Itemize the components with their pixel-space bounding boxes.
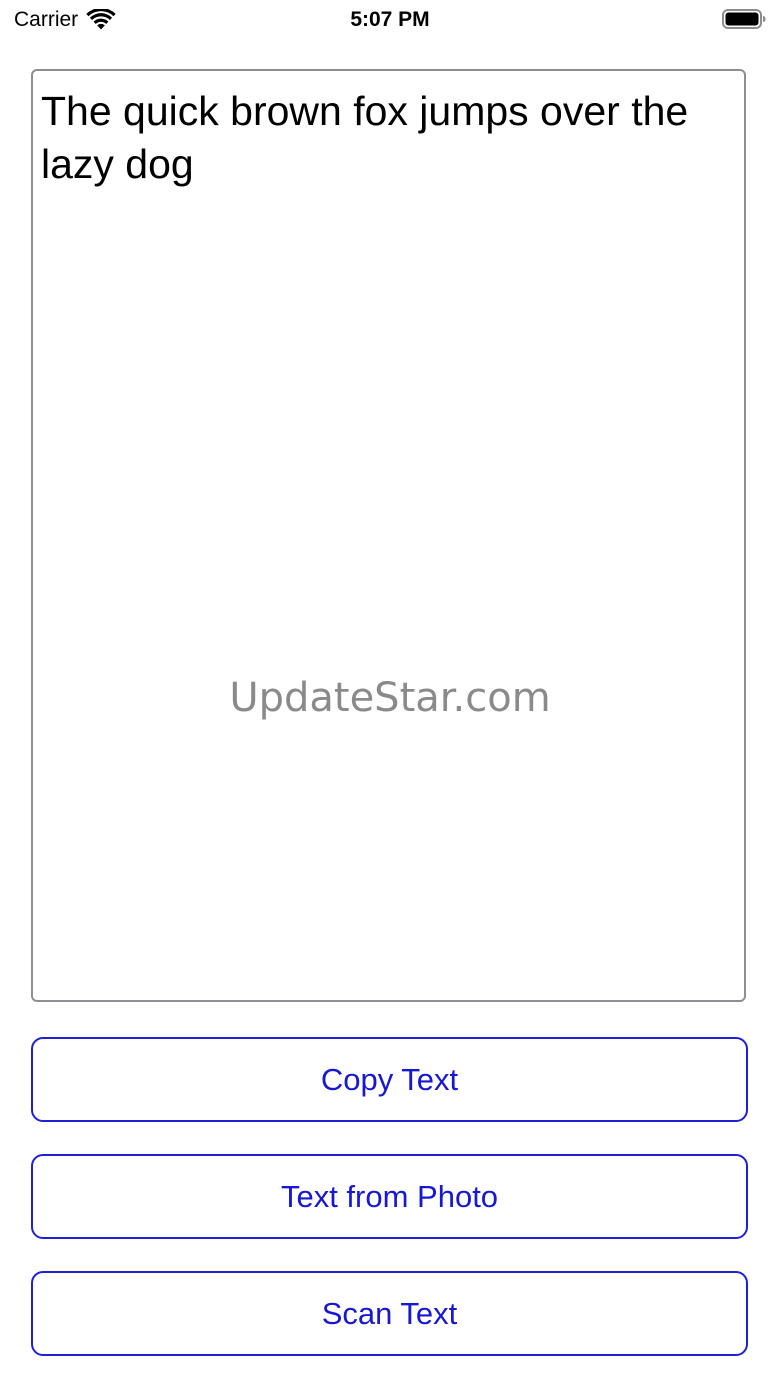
status-bar: Carrier 5:07 PM bbox=[0, 0, 780, 40]
battery-icon bbox=[722, 9, 766, 29]
status-time: 5:07 PM bbox=[350, 8, 430, 31]
text-view-content: The quick brown fox jumps over the lazy … bbox=[41, 88, 689, 187]
watermark: UpdateStar.com bbox=[229, 675, 551, 721]
copy-text-button[interactable]: Copy Text bbox=[31, 1037, 748, 1122]
scan-text-button[interactable]: Scan Text bbox=[31, 1271, 748, 1356]
text-from-photo-button[interactable]: Text from Photo bbox=[31, 1154, 748, 1239]
text-view[interactable]: The quick brown fox jumps over the lazy … bbox=[31, 69, 746, 1002]
